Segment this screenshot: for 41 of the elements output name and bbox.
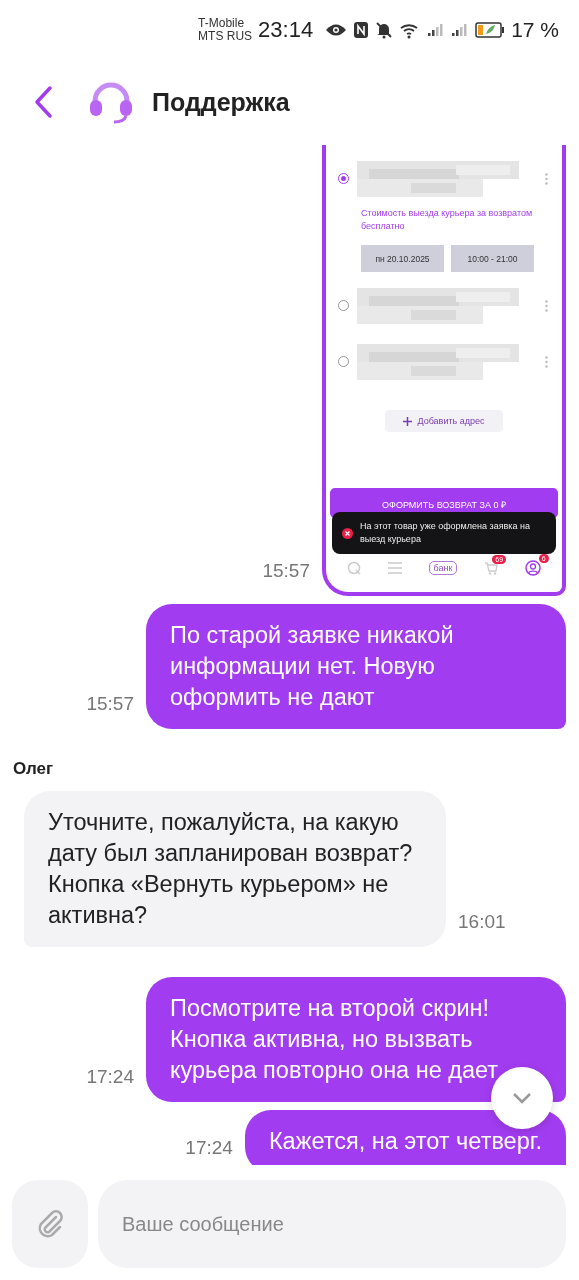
signal-icon — [427, 22, 446, 38]
back-icon — [33, 84, 53, 119]
search-icon[interactable] — [347, 561, 362, 575]
sender-name: Олег — [12, 759, 55, 779]
add-address-button[interactable]: Добавить адрес — [385, 410, 503, 432]
signal-icon — [451, 22, 470, 38]
message-time: 17:24 — [86, 1066, 134, 1088]
message-time: 15:57 — [86, 693, 134, 715]
time-chip[interactable]: 10:00 - 21:00 — [451, 245, 534, 272]
message-bubble: Уточните, пожалуйста, на какую дату был запланирован возврат? Кнопка «Вернуть курьером» не активна? — [24, 791, 446, 947]
nfc-icon — [353, 21, 370, 39]
muted-bell-icon — [375, 21, 394, 39]
more-icon[interactable] — [545, 356, 548, 368]
more-icon[interactable] — [545, 300, 548, 312]
toast-text: На этот товар уже оформлена заявка на выезд курьера — [360, 520, 531, 546]
message-bubble: Посмотрите на второй скрин! Кнопка активна, но вызвать курьера повторно она не дает — [146, 977, 566, 1102]
eye-icon — [325, 23, 348, 37]
clock: 23:14 — [258, 17, 314, 43]
headset-icon — [88, 81, 134, 124]
more-icon[interactable] — [545, 173, 548, 185]
plus-icon — [403, 416, 413, 426]
chevron-down-icon — [512, 1092, 532, 1104]
error-icon — [342, 527, 353, 539]
message-bubble: По старой заявке никакой информации нет. Новую оформить не дают — [146, 604, 566, 729]
menu-icon[interactable] — [387, 562, 402, 574]
profile-icon[interactable] — [524, 560, 541, 576]
message-time: 17:24 — [185, 1137, 233, 1159]
courier-note: Стоимость выезда курьера за возвратом бесплатно — [360, 207, 534, 233]
message-input[interactable]: Ваше сообщение — [98, 1180, 566, 1268]
carrier-name: MTS RUS — [198, 30, 253, 43]
date-chip[interactable]: пн 20.10.2025 — [361, 245, 444, 272]
chat-title: Поддержка — [152, 88, 290, 117]
message-time: 16:01 — [458, 911, 506, 933]
message-time: 15:57 — [262, 560, 310, 582]
battery-icon — [475, 22, 506, 38]
attach-button[interactable] — [12, 1180, 88, 1268]
message-bubble: Кажется, на этот четверг. — [244, 1110, 566, 1165]
battery-percent: 17 % — [511, 18, 559, 42]
bank-button[interactable]: банк — [428, 561, 458, 575]
carrier-name: T-Mobile — [198, 17, 246, 30]
cart-icon[interactable] — [484, 561, 499, 575]
